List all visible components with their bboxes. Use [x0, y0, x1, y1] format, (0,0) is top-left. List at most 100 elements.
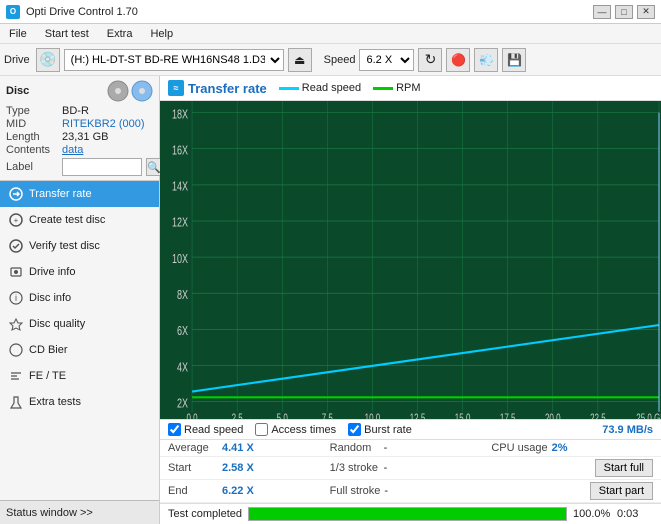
nav-disc-quality-label: Disc quality — [29, 318, 85, 330]
length-value: 23,31 GB — [62, 131, 108, 143]
svg-text:0.0: 0.0 — [186, 413, 198, 419]
menu-extra[interactable]: Extra — [102, 27, 138, 41]
svg-text:i: i — [15, 293, 17, 303]
svg-text:2X: 2X — [177, 397, 188, 411]
disc-icon-1[interactable] — [107, 80, 129, 102]
erase-button[interactable]: 💨 — [474, 48, 498, 72]
legend-read-color — [279, 87, 299, 90]
speed-select[interactable]: 6.2 X — [359, 49, 414, 71]
maximize-button[interactable]: □ — [615, 5, 633, 19]
menu-help[interactable]: Help — [145, 27, 178, 41]
chart-bottom: Read speed Access times Burst rate 73.9 … — [160, 419, 661, 524]
svg-text:25.0 GB: 25.0 GB — [636, 413, 661, 419]
svg-text:7.5: 7.5 — [322, 413, 334, 419]
app-title: Opti Drive Control 1.70 — [26, 6, 138, 18]
access-times-checkbox-label: Access times — [271, 424, 336, 436]
end-value: 6.22 X — [222, 485, 254, 497]
svg-text:14X: 14X — [172, 180, 188, 194]
nav-create-test-disc-label: Create test disc — [29, 214, 105, 226]
disc-icon-2[interactable] — [131, 80, 153, 102]
nav-extra-tests-label: Extra tests — [29, 396, 81, 408]
stat-start-part-cell: Start part — [491, 482, 653, 500]
close-button[interactable]: ✕ — [637, 5, 655, 19]
chart-icon: ≈ — [168, 80, 184, 96]
avg-label: Average — [168, 442, 218, 454]
burst-rate-checkbox[interactable] — [348, 423, 361, 436]
save-button[interactable]: 💾 — [502, 48, 526, 72]
stats-row-3: End 6.22 X Full stroke - Start part — [160, 480, 661, 503]
stat-average: Average 4.41 X — [168, 442, 330, 454]
nav-drive-info[interactable]: Drive info — [0, 259, 159, 285]
stats-row-1: Average 4.41 X Random - CPU usage 2% — [160, 440, 661, 457]
svg-text:16X: 16X — [172, 144, 188, 158]
start-value: 2.58 X — [222, 462, 254, 474]
refresh-button[interactable]: ↻ — [418, 48, 442, 72]
mid-label: MID — [6, 118, 58, 130]
type-label: Type — [6, 105, 58, 117]
contents-label: Contents — [6, 144, 58, 156]
minimize-button[interactable]: — — [593, 5, 611, 19]
type-value: BD-R — [62, 105, 89, 117]
svg-text:8X: 8X — [177, 289, 188, 303]
disc-panel: Disc Type BD-R MID — [0, 76, 159, 181]
nav-fe-te[interactable]: FE / TE — [0, 363, 159, 389]
menu-start-test[interactable]: Start test — [40, 27, 94, 41]
eject-button[interactable]: ⏏ — [288, 48, 312, 72]
extra-tests-icon — [8, 394, 24, 410]
nav-disc-info[interactable]: i Disc info — [0, 285, 159, 311]
svg-text:+: + — [14, 216, 19, 225]
one-third-label: 1/3 stroke — [330, 462, 380, 474]
svg-text:6X: 6X — [177, 325, 188, 339]
nav-cd-bier[interactable]: CD Bier — [0, 337, 159, 363]
nav-transfer-rate-label: Transfer rate — [29, 188, 92, 200]
progress-time: 0:03 — [617, 508, 653, 520]
nav-extra-tests[interactable]: Extra tests — [0, 389, 159, 415]
nav-create-test-disc[interactable]: + Create test disc — [0, 207, 159, 233]
svg-text:22.5: 22.5 — [590, 413, 606, 419]
stat-one-third: 1/3 stroke - — [330, 462, 492, 474]
drive-info-icon — [8, 264, 24, 280]
nav-drive-info-label: Drive info — [29, 266, 75, 278]
contents-value[interactable]: data — [62, 144, 83, 156]
burst-rate-value: 73.9 MB/s — [602, 424, 653, 436]
stat-cpu: CPU usage 2% — [491, 442, 653, 454]
burn-button[interactable]: 🔴 — [446, 48, 470, 72]
random-value: - — [384, 442, 388, 454]
nav-disc-quality[interactable]: Disc quality — [0, 311, 159, 337]
read-speed-checkbox-label: Read speed — [184, 424, 243, 436]
stat-full-stroke: Full stroke - — [330, 485, 492, 497]
progress-bar — [248, 507, 567, 521]
drive-icon-btn[interactable]: 💿 — [36, 48, 60, 72]
random-label: Random — [330, 442, 380, 454]
start-part-button[interactable]: Start part — [590, 482, 653, 500]
nav-transfer-rate[interactable]: Transfer rate — [0, 181, 159, 207]
nav-disc-info-label: Disc info — [29, 292, 71, 304]
chart-svg: 18X 16X 14X 12X 10X 8X 6X 4X 2X — [160, 101, 661, 419]
checkbox-read-speed[interactable]: Read speed — [168, 423, 243, 436]
access-times-checkbox[interactable] — [255, 423, 268, 436]
status-window[interactable]: Status window >> — [0, 500, 159, 524]
menu-file[interactable]: File — [4, 27, 32, 41]
checkbox-burst-rate[interactable]: Burst rate — [348, 423, 412, 436]
drive-select[interactable]: (H:) HL-DT-ST BD-RE WH16NS48 1.D3 — [64, 49, 284, 71]
cpu-value: 2% — [552, 442, 568, 454]
menu-bar: File Start test Extra Help — [0, 24, 661, 44]
svg-text:12X: 12X — [172, 216, 188, 230]
stat-random: Random - — [330, 442, 492, 454]
nav-cd-bier-label: CD Bier — [29, 344, 68, 356]
stat-start: Start 2.58 X — [168, 462, 330, 474]
svg-text:2.5: 2.5 — [232, 413, 244, 419]
checkbox-access-times[interactable]: Access times — [255, 423, 336, 436]
disc-info-icon: i — [8, 290, 24, 306]
read-speed-checkbox[interactable] — [168, 423, 181, 436]
status-window-label: Status window >> — [6, 507, 93, 519]
nav-verify-test-disc[interactable]: Verify test disc — [0, 233, 159, 259]
drive-label: Drive — [4, 54, 30, 66]
start-full-button[interactable]: Start full — [595, 459, 653, 477]
burst-rate-checkbox-label: Burst rate — [364, 424, 412, 436]
title-bar: O Opti Drive Control 1.70 — □ ✕ — [0, 0, 661, 24]
legend-read-label: Read speed — [302, 82, 361, 94]
disc-header-label: Disc — [6, 85, 29, 97]
label-input[interactable] — [62, 158, 142, 176]
app-icon: O — [6, 5, 20, 19]
